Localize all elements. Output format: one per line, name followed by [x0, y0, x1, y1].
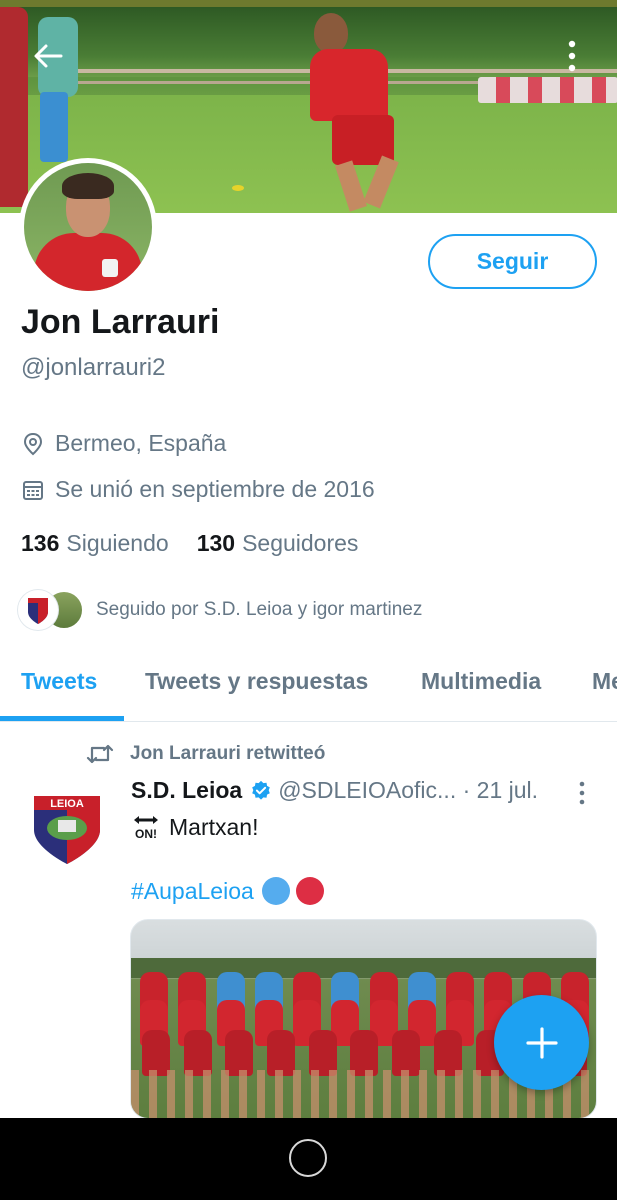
following-count: 136	[21, 530, 60, 556]
tweet-more-button[interactable]	[573, 780, 591, 806]
tab-likes[interactable]: Me	[592, 668, 617, 695]
banner-cone	[232, 185, 244, 191]
svg-text:ON!: ON!	[135, 827, 157, 841]
profile-name: Jon Larrauri	[21, 303, 220, 341]
avatar-crest	[102, 259, 118, 277]
tweet-text: ON! Martxan!	[131, 812, 258, 842]
followed-by-avatar-leioa	[18, 590, 58, 630]
profile-handle: @jonlarrauri2	[21, 354, 166, 381]
tweet-hashtag[interactable]: #AupaLeioa	[131, 878, 254, 905]
follow-button[interactable]: Seguir	[428, 234, 597, 289]
avatar-shirt	[34, 233, 142, 291]
following-label: Siguiendo	[66, 530, 169, 556]
verified-badge-icon	[252, 780, 271, 800]
blue-circle-emoji	[261, 877, 290, 905]
followers-label: Seguidores	[242, 530, 359, 556]
profile-tabs: Tweets Tweets y respuestas Multimedia Me	[0, 656, 617, 722]
tweet-author-avatar[interactable]: LEIOA	[22, 780, 112, 870]
following-link[interactable]: 136 Siguiendo	[21, 530, 169, 557]
active-tab-indicator	[0, 716, 124, 721]
tweet-header: S.D. Leioa @SDLEIOAofic... · 21 jul.	[131, 777, 538, 804]
tab-tweets[interactable]: Tweets	[21, 668, 97, 695]
tab-tweets-and-replies[interactable]: Tweets y respuestas	[145, 668, 368, 695]
avatar-photo	[24, 163, 152, 291]
tweet-hashtag-row: #AupaLeioa	[131, 877, 324, 905]
status-strip	[0, 0, 617, 7]
follow-counts: 136 Siguiendo 130 Seguidores	[21, 530, 386, 557]
followed-by-row[interactable]: Seguido por S.D. Leioa y igor martinez	[18, 590, 422, 630]
tweet-author-name[interactable]: S.D. Leioa	[131, 777, 242, 804]
followers-count: 130	[196, 530, 236, 556]
red-circle-emoji	[295, 877, 324, 905]
tweet-text-content: Martxan!	[169, 813, 259, 840]
banner-trees	[0, 7, 617, 77]
back-button[interactable]	[32, 40, 64, 72]
banner-player-left-shorts	[40, 92, 68, 162]
plus-icon	[525, 1026, 558, 1059]
retweet-label: Jon Larrauri retwitteó	[130, 743, 326, 764]
followers-link[interactable]: 130 Seguidores	[197, 530, 359, 557]
calendar-icon	[21, 478, 45, 502]
more-options-button[interactable]	[556, 40, 588, 72]
location-text: Bermeo, España	[55, 430, 227, 456]
retweet-context[interactable]: Jon Larrauri retwitteó	[86, 742, 325, 766]
banner-barrier	[478, 77, 617, 103]
tab-media[interactable]: Multimedia	[421, 668, 541, 695]
join-date-text: Se unió en septiembre de 2016	[55, 476, 375, 502]
location-pin-icon	[21, 432, 45, 456]
profile-join-date: Se unió en septiembre de 2016	[21, 476, 375, 503]
retweet-icon	[86, 742, 114, 766]
home-button[interactable]	[289, 1139, 327, 1177]
compose-tweet-button[interactable]	[494, 995, 589, 1090]
profile-avatar[interactable]	[19, 158, 157, 296]
avatar-hair	[62, 173, 114, 199]
followed-by-text: Seguido por S.D. Leioa y igor martinez	[96, 599, 423, 620]
tweet-avatar-logo-text: LEIOA	[50, 798, 84, 810]
arrow-left-icon	[34, 44, 63, 68]
tweet-handle-time: @SDLEIOAofic... · 21 jul.	[278, 777, 539, 803]
more-vertical-icon	[568, 40, 576, 72]
profile-location: Bermeo, España	[21, 430, 226, 457]
more-vertical-icon	[579, 781, 585, 805]
banner-player-shirt	[310, 49, 388, 121]
banner-player-edge	[0, 7, 28, 207]
banner-player-head	[314, 13, 348, 53]
on-arrow-emoji: ON!	[134, 816, 158, 841]
